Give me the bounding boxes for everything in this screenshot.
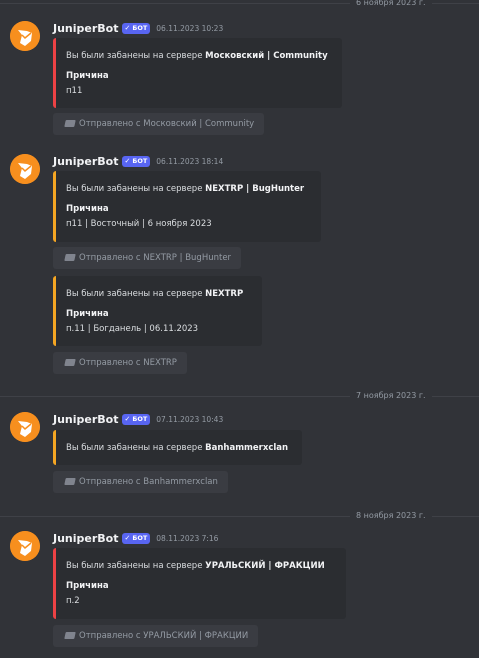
embed: Вы были забанены на сервере Московский |…	[53, 38, 342, 108]
bot-tag-label: БОТ	[132, 156, 148, 165]
embed-text: Вы были забанены на сервере	[66, 289, 206, 299]
sent-from-button[interactable]: Отправлено с Banhammerxclan	[53, 471, 228, 493]
embed-description: Вы были забанены на сервере Московский |…	[66, 51, 328, 61]
embed: Вы были забанены на сервере УРАЛЬСКИЙ | …	[53, 548, 346, 619]
bot-tag-label: БОТ	[132, 414, 148, 423]
username[interactable]: JuniperBot	[53, 413, 118, 426]
field-value: п11	[66, 86, 83, 96]
embed-text: Вы были забанены на сервере	[66, 443, 206, 453]
server-name: NEXTRP	[205, 289, 244, 299]
date-divider: 7 ноября 2023 г.	[0, 390, 479, 402]
message-header: JuniperBot ✓ БОТ 07.11.2023 10:43	[53, 412, 223, 426]
server-name: УРАЛЬСКИЙ | ФРАКЦИИ	[205, 561, 325, 571]
username[interactable]: JuniperBot	[53, 22, 118, 35]
sent-from-button[interactable]: Отправлено с УРАЛЬСКИЙ | ФРАКЦИИ	[53, 625, 259, 647]
sent-from-label: Отправлено с NEXTRP	[79, 358, 177, 368]
bot-tag: ✓ БОТ	[122, 532, 151, 544]
message-header: JuniperBot ✓ БОТ 08.11.2023 7:16	[53, 531, 218, 545]
server-icon	[64, 120, 76, 127]
timestamp[interactable]: 07.11.2023 10:43	[156, 415, 223, 424]
message-header: JuniperBot ✓ БОТ 06.11.2023 18:14	[53, 154, 223, 168]
field-value: п.11 | Богданель | 06.11.2023	[66, 324, 199, 334]
field-value: п11 | Восточный | 6 ноября 2023	[66, 219, 212, 229]
embed: Вы были забанены на сервере NEXTRP Причи…	[53, 276, 262, 346]
bot-tag: ✓ БОТ	[122, 22, 151, 34]
server-icon	[64, 632, 76, 639]
date-divider: 8 ноября 2023 г.	[0, 510, 479, 522]
sent-from-label: Отправлено с Московский | Community	[79, 119, 255, 129]
field-name: Причина	[66, 309, 109, 319]
date-divider-label: 7 ноября 2023 г.	[350, 390, 432, 402]
field-name: Причина	[66, 581, 109, 591]
embed-text: Вы были забанены на сервере	[66, 51, 206, 61]
timestamp[interactable]: 06.11.2023 18:14	[156, 157, 223, 166]
server-name: Московский | Community	[205, 51, 328, 61]
timestamp[interactable]: 08.11.2023 7:16	[156, 534, 218, 543]
field-name: Причина	[66, 204, 109, 214]
field-value: п.2	[66, 596, 80, 606]
embed: Вы были забанены на сервере Banhammerxcl…	[53, 430, 302, 465]
check-icon: ✓	[124, 414, 131, 423]
fox-avatar[interactable]	[10, 154, 40, 184]
date-divider-label: 6 ноября 2023 г.	[350, 0, 432, 9]
server-icon	[64, 478, 76, 485]
server-name: NEXTRP | BugHunter	[205, 184, 305, 194]
server-name: Banhammerxclan	[205, 443, 289, 453]
server-icon	[64, 359, 76, 366]
bot-tag: ✓ БОТ	[122, 413, 151, 425]
sent-from-button[interactable]: Отправлено с NEXTRP	[53, 352, 187, 374]
sent-from-button[interactable]: Отправлено с NEXTRP | BugHunter	[53, 247, 242, 269]
fox-avatar[interactable]	[10, 531, 40, 561]
bot-tag-label: БОТ	[132, 23, 148, 32]
date-divider: 6 ноября 2023 г.	[0, 0, 479, 9]
username[interactable]: JuniperBot	[53, 532, 118, 545]
sent-from-button[interactable]: Отправлено с Московский | Community	[53, 113, 265, 135]
sent-from-label: Отправлено с Banhammerxclan	[79, 477, 218, 487]
embed: Вы были забанены на сервере NEXTRP | Bug…	[53, 171, 321, 242]
sent-from-label: Отправлено с NEXTRP | BugHunter	[79, 253, 232, 263]
embed-description: Вы были забанены на сервере Banhammerxcl…	[66, 443, 288, 453]
bot-tag-label: БОТ	[132, 533, 148, 542]
date-divider-label: 8 ноября 2023 г.	[350, 510, 432, 522]
sent-from-label: Отправлено с УРАЛЬСКИЙ | ФРАКЦИИ	[79, 631, 249, 641]
field-name: Причина	[66, 71, 109, 81]
message-header: JuniperBot ✓ БОТ 06.11.2023 10:23	[53, 21, 223, 35]
server-icon	[64, 254, 76, 261]
username[interactable]: JuniperBot	[53, 155, 118, 168]
fox-avatar[interactable]	[10, 412, 40, 442]
embed-description: Вы были забанены на сервере УРАЛЬСКИЙ | …	[66, 561, 325, 571]
check-icon: ✓	[124, 23, 131, 32]
check-icon: ✓	[124, 156, 131, 165]
check-icon: ✓	[124, 533, 131, 542]
bot-tag: ✓ БОТ	[122, 155, 151, 167]
timestamp[interactable]: 06.11.2023 10:23	[156, 24, 223, 33]
embed-text: Вы были забанены на сервере	[66, 184, 206, 194]
embed-description: Вы были забанены на сервере NEXTRP | Bug…	[66, 184, 304, 194]
fox-avatar[interactable]	[10, 21, 40, 51]
embed-description: Вы были забанены на сервере NEXTRP	[66, 289, 243, 299]
embed-text: Вы были забанены на сервере	[66, 561, 206, 571]
